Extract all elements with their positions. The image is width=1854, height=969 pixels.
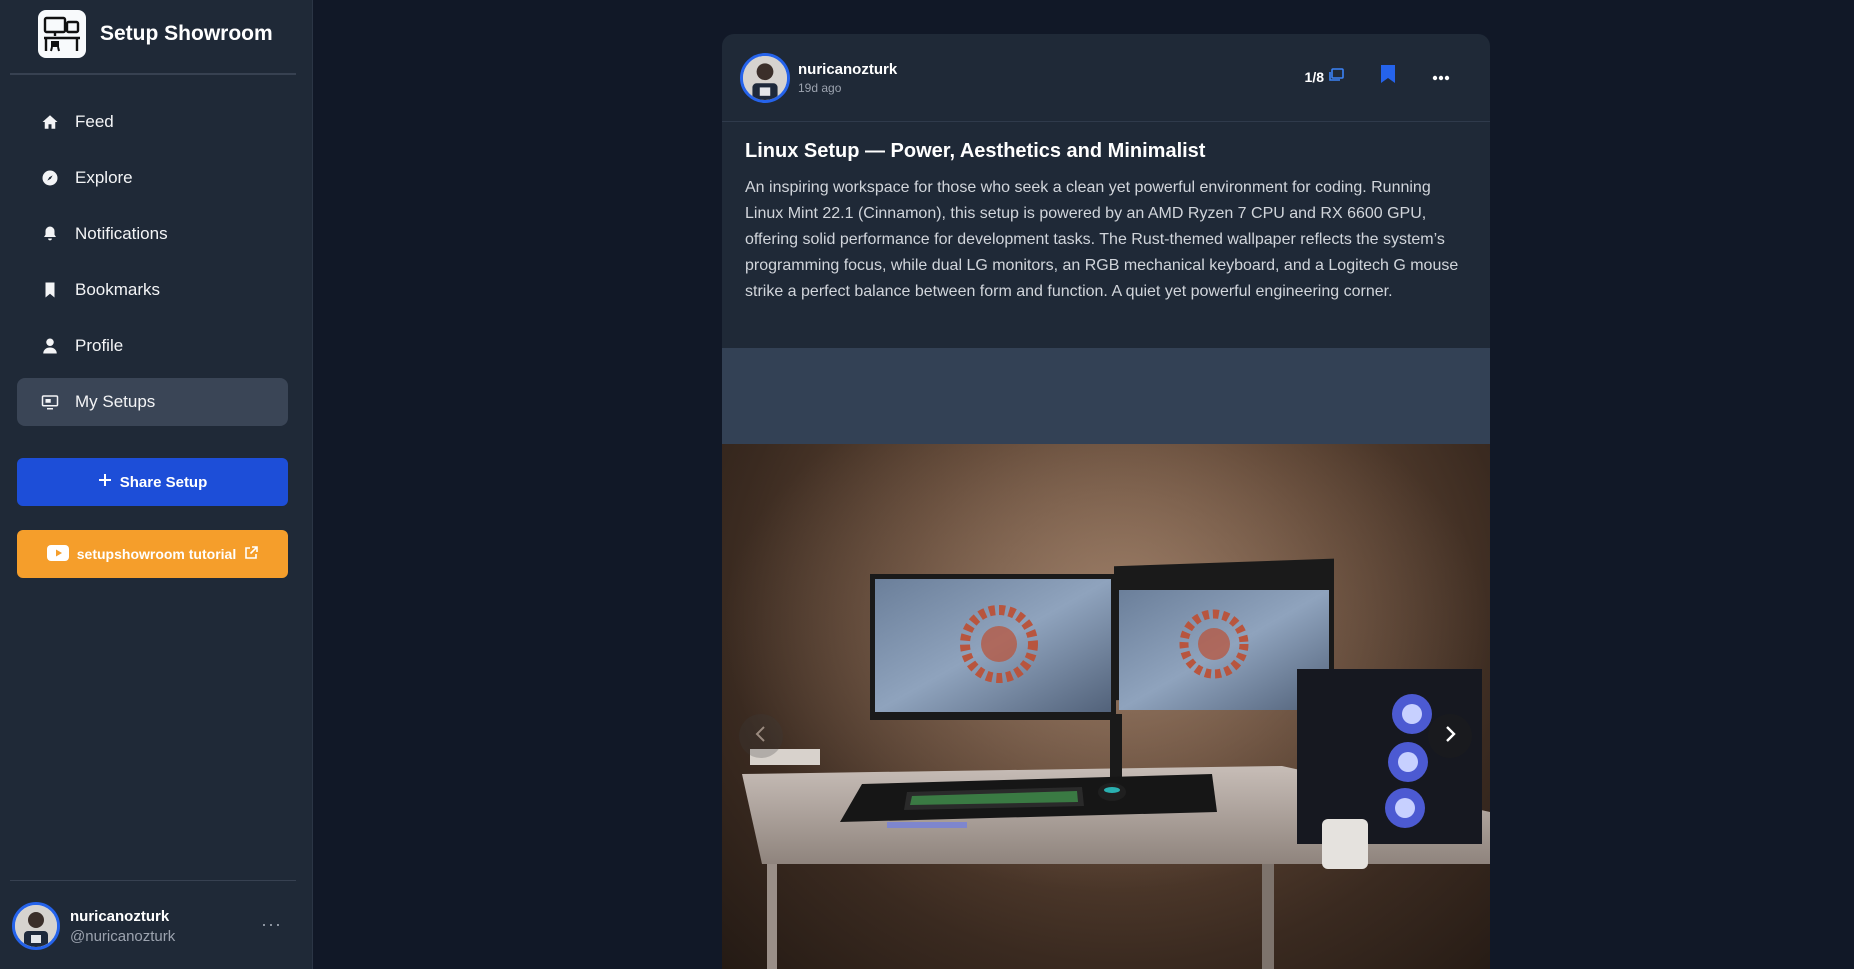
nav-item-label: My Setups bbox=[75, 392, 156, 411]
post-description: An inspiring workspace for those who see… bbox=[745, 179, 1459, 300]
user-icon bbox=[40, 336, 60, 356]
nav-item-label: Bookmarks bbox=[75, 280, 161, 299]
nav-item-label: Notifications bbox=[75, 224, 168, 243]
user-handle: @nuricanozturk bbox=[70, 927, 176, 945]
image-counter-text: 1/8 bbox=[1304, 68, 1324, 85]
bell-icon bbox=[40, 224, 60, 244]
app-name: Setup Showroom bbox=[100, 22, 273, 45]
sidebar: Setup Showroom Feed Explore Notification… bbox=[0, 0, 313, 969]
bookmark-icon[interactable] bbox=[1380, 64, 1396, 89]
monitor-icon bbox=[40, 392, 60, 412]
author-avatar[interactable] bbox=[740, 52, 790, 103]
image-loading-area bbox=[722, 348, 1490, 444]
chevron-right-icon bbox=[1444, 725, 1456, 748]
carousel-prev-button[interactable] bbox=[739, 714, 783, 758]
more-options-icon[interactable]: ··· bbox=[261, 914, 282, 935]
post-author[interactable]: nuricanozturk bbox=[798, 61, 897, 78]
share-setup-button[interactable]: Share Setup bbox=[17, 458, 288, 506]
nav-item-explore[interactable]: Explore bbox=[17, 154, 288, 202]
user-name: nuricanozturk bbox=[70, 907, 170, 925]
post-timestamp: 19d ago bbox=[798, 80, 842, 95]
post-body: Linux Setup — Power, Aesthetics and Mini… bbox=[722, 122, 1490, 323]
nav-item-bookmarks[interactable]: Bookmarks bbox=[17, 266, 288, 314]
images-icon bbox=[1328, 68, 1344, 85]
youtube-icon bbox=[46, 544, 69, 564]
logo-icon bbox=[38, 10, 86, 58]
divider bbox=[10, 880, 296, 881]
bookmark-icon bbox=[40, 280, 60, 300]
setup-photo[interactable] bbox=[722, 444, 1490, 969]
nav-item-label: Explore bbox=[75, 168, 133, 187]
plus-icon bbox=[98, 473, 112, 491]
tutorial-link[interactable]: setupshowroom tutorial bbox=[17, 530, 288, 578]
main-nav: Feed Explore Notifications Bookmarks Pro… bbox=[17, 98, 288, 434]
chevron-left-icon bbox=[755, 725, 767, 748]
nav-item-label: Feed bbox=[75, 112, 114, 131]
nav-item-profile[interactable]: Profile bbox=[17, 322, 288, 370]
carousel-next-button[interactable] bbox=[1428, 714, 1472, 758]
post-card: nuricanozturk 19d ago 1/8 Linux Setup — … bbox=[722, 34, 1490, 969]
avatar bbox=[12, 902, 60, 950]
nav-item-notifications[interactable]: Notifications bbox=[17, 210, 288, 258]
external-link-icon bbox=[244, 545, 259, 563]
home-icon bbox=[40, 112, 60, 132]
nav-item-feed[interactable]: Feed bbox=[17, 98, 288, 146]
compass-icon bbox=[40, 168, 60, 188]
brand[interactable]: Setup Showroom bbox=[38, 10, 273, 58]
more-options-icon[interactable] bbox=[1432, 68, 1450, 86]
post-title: Linux Setup — Power, Aesthetics and Mini… bbox=[745, 140, 1206, 162]
share-setup-label: Share Setup bbox=[119, 473, 208, 491]
nav-item-my-setups[interactable]: My Setups bbox=[17, 378, 288, 426]
tutorial-label: setupshowroom tutorial bbox=[76, 546, 237, 562]
image-counter: 1/8 bbox=[1305, 68, 1344, 85]
post-header: nuricanozturk 19d ago 1/8 bbox=[722, 34, 1490, 122]
nav-item-label: Profile bbox=[75, 336, 124, 355]
current-user-card[interactable]: nuricanozturk @nuricanozturk ··· bbox=[12, 900, 302, 952]
divider bbox=[10, 73, 296, 75]
